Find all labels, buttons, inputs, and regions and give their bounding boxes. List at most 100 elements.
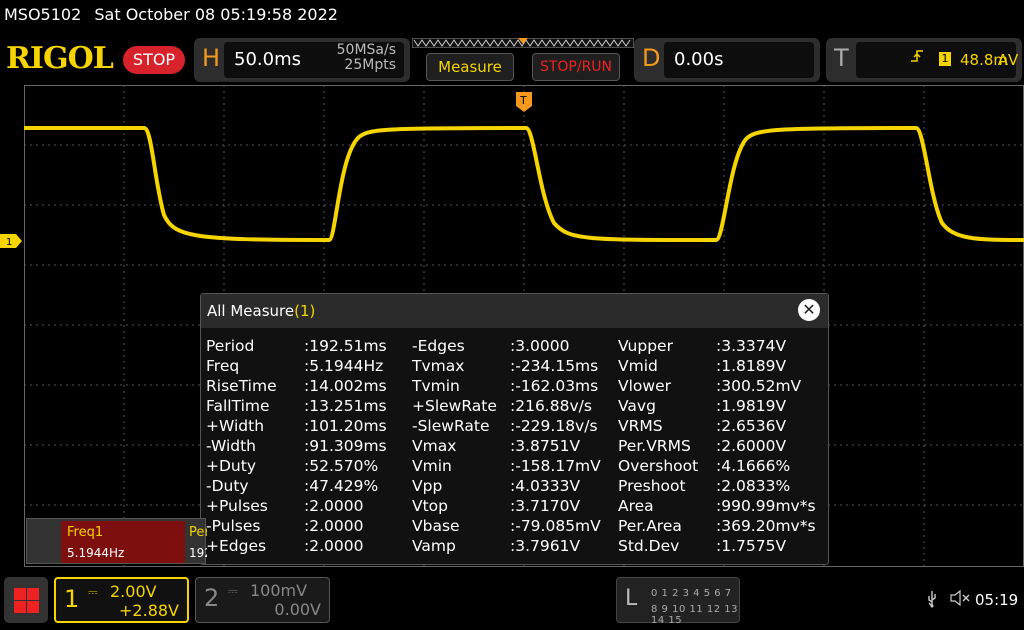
measure-row: Tvmin:-162.03ms — [412, 376, 617, 396]
memory-position-bar[interactable] — [412, 38, 634, 48]
measure-row: Vbase:-79.085mV — [412, 516, 617, 536]
mini-period-value: 192.51 — [189, 546, 207, 560]
timebase-value: 50.0ms — [234, 49, 301, 70]
dc-coupling-icon: ⎓ — [228, 584, 238, 598]
measure-label: +SlewRate — [412, 397, 497, 415]
rigol-logo: RIGOL — [6, 41, 114, 76]
measure-value: :3.0000 — [510, 337, 570, 355]
measure-row: Per.Area:369.20mv*s — [618, 516, 823, 536]
dc-coupling-icon: ⎓ — [88, 585, 98, 599]
measure-row: Vtop:3.7170V — [412, 496, 617, 516]
measure-value: :101.20ms — [304, 417, 387, 435]
measure-row: +Edges:2.0000 — [206, 536, 411, 556]
measure-row: Std.Dev :1.7575V — [618, 536, 823, 556]
stop-run-button[interactable]: STOP/RUN — [532, 53, 620, 81]
ch2-number: 2 — [204, 584, 220, 612]
measure-row: FallTime:13.251ms — [206, 396, 411, 416]
measure-value: :2.6000V — [716, 437, 787, 455]
measure-label: -SlewRate — [412, 417, 490, 435]
measure-label: Vmid — [618, 357, 658, 375]
measure-value: :216.88v/s — [510, 397, 592, 415]
menu-grid-icon — [14, 588, 26, 600]
measure-panel-header: All Measure(1) ✕ — [201, 294, 828, 328]
measure-value: :-234.15ms — [510, 357, 599, 375]
measure-column-2: -Edges :3.0000 Tvmax :-234.15ms Tvmin:-162.0… — [412, 336, 617, 556]
logic-analyzer-settings[interactable]: L 0 1 2 3 4 5 6 7 8 9 10 11 12 13 14 15 — [616, 577, 740, 626]
delay-letter: D — [642, 44, 661, 72]
delay-value: 0.00s — [674, 49, 724, 70]
measure-value: :2.0000 — [304, 517, 364, 535]
ch1-offset: +2.88V — [119, 601, 179, 620]
measure-button[interactable]: Measure — [426, 53, 514, 81]
measure-label: +Width — [206, 417, 265, 435]
trigger-position-label: T — [519, 94, 527, 107]
measure-label: -Edges — [412, 337, 465, 355]
model-name: MSO5102 — [4, 5, 82, 24]
measure-value: :3.7961V — [510, 537, 581, 555]
measure-label: Vmin — [412, 457, 452, 475]
ch1-scale: 2.00V — [110, 582, 157, 601]
measure-row: Vmid:1.8189V — [618, 356, 823, 376]
measure-label: +Duty — [206, 457, 256, 475]
trigger-level: 48.8mV — [960, 51, 1019, 69]
mini-freq-value: 5.1944Hz — [67, 546, 125, 560]
mini-freq-cell: Freq1 5.1944Hz — [61, 521, 185, 563]
measure-label: Vavg — [618, 397, 656, 415]
measure-label: -Duty — [206, 477, 249, 495]
trigger-source-badge: 1 — [939, 52, 951, 66]
measure-row: Tvmax :-234.15ms — [412, 356, 617, 376]
logic-letter: L — [625, 586, 638, 611]
measure-label: Vamp — [412, 537, 456, 555]
measure-row: -Duty :47.429% — [206, 476, 411, 496]
main-menu-button[interactable] — [4, 577, 48, 623]
ch2-offset: 0.00V — [274, 600, 321, 619]
measure-value: :192.51ms — [304, 337, 387, 355]
measure-value: :369.20mv*s — [716, 517, 816, 535]
speaker-muted-icon[interactable] — [950, 589, 970, 610]
measure-row: +Duty:52.570% — [206, 456, 411, 476]
measure-row: Vlower:300.52mV — [618, 376, 823, 396]
rising-edge-icon — [910, 48, 924, 68]
measure-column-3: Vupper:3.3374V Vmid:1.8189V Vlower:300.52m… — [618, 336, 823, 556]
measure-value: :1.9819V — [716, 397, 787, 415]
trigger-mode: A — [997, 51, 1008, 69]
measure-row: Freq:5.1944Hz — [206, 356, 411, 376]
measure-row: +Width :101.20ms — [206, 416, 411, 436]
measure-label: Tvmax — [412, 357, 465, 375]
measure-label: Std.Dev — [618, 537, 680, 555]
measure-row: Vpp:4.0333V — [412, 476, 617, 496]
measure-value: :4.1666% — [716, 457, 791, 475]
measure-value: :-162.03ms — [510, 377, 599, 395]
sample-info: 50MSa/s 25Mpts — [337, 43, 396, 73]
measure-value: :-79.085mV — [510, 517, 601, 535]
measure-value: :47.429% — [304, 477, 379, 495]
measure-label: RiseTime — [206, 377, 277, 395]
delay-panel[interactable]: D 0.00s — [634, 38, 820, 82]
measure-label: Vpp — [412, 477, 443, 495]
ch1-settings[interactable]: 1 ⎓ 2.00V +2.88V — [54, 577, 189, 623]
measure-row: Vamp :3.7961V — [412, 536, 617, 556]
ch2-scale: 100mV — [250, 581, 308, 600]
measure-row: -Pulses:2.0000 — [206, 516, 411, 536]
measure-value: :2.0000 — [304, 497, 364, 515]
ch1-ground-label: 1 — [6, 237, 12, 248]
logic-channels-row1: 0 1 2 3 4 5 6 7 — [651, 588, 732, 599]
close-icon[interactable]: ✕ — [798, 299, 820, 321]
measure-value: :1.7575V — [716, 537, 787, 555]
measure-row: Area:990.99mv*s — [618, 496, 823, 516]
measure-label: Overshoot — [618, 457, 699, 475]
ch2-settings[interactable]: 2 ⎓ 100mV 0.00V — [195, 577, 330, 623]
measurement-mini-display[interactable]: Freq1 5.1944Hz Period 192.51 — [26, 518, 207, 564]
measure-row: -Width:91.309ms — [206, 436, 411, 456]
ch1-ground-marker[interactable]: 1 — [0, 234, 22, 248]
measure-label: Vupper — [618, 337, 673, 355]
trigger-position-marker[interactable]: T — [516, 92, 532, 112]
horizontal-letter: H — [202, 44, 221, 72]
trigger-panel[interactable]: T 1 48.8mV A — [826, 38, 1022, 82]
measure-label: Vmax — [412, 437, 457, 455]
usb-icon — [926, 590, 938, 612]
horizontal-panel[interactable]: H 50.0ms 50MSa/s 25Mpts — [194, 38, 410, 82]
measure-value: :300.52mV — [716, 377, 802, 395]
run-state-badge[interactable]: STOP — [123, 46, 185, 74]
measure-row: Overshoot :4.1666% — [618, 456, 823, 476]
